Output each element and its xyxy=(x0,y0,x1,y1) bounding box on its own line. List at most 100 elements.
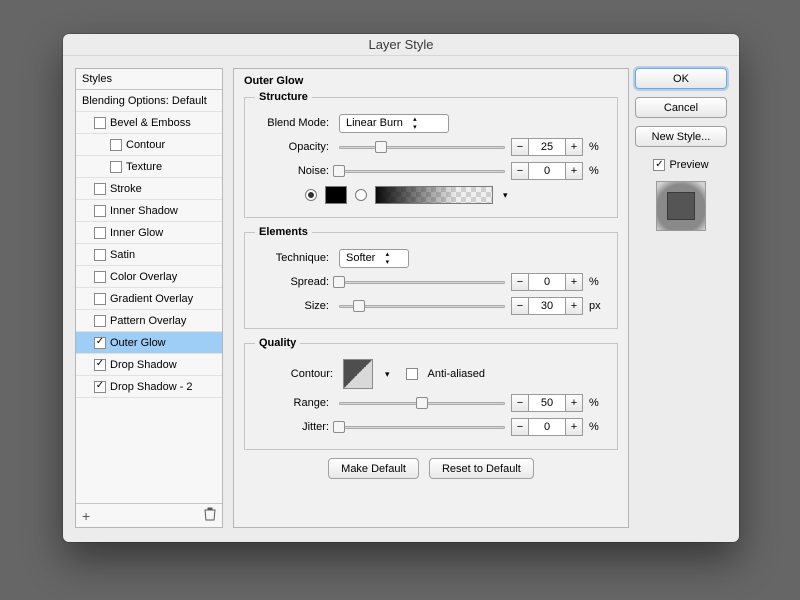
spread-decrement[interactable]: − xyxy=(511,273,529,291)
size-value[interactable]: 30 xyxy=(529,297,565,315)
ok-button[interactable]: OK xyxy=(635,68,727,89)
spread-stepper[interactable]: − 0 + xyxy=(511,273,583,291)
chevron-down-icon[interactable]: ▾ xyxy=(503,190,508,201)
reset-default-button[interactable]: Reset to Default xyxy=(429,458,534,479)
style-row-pattern-overlay[interactable]: Pattern Overlay xyxy=(76,310,222,332)
style-label: Outer Glow xyxy=(110,332,166,354)
checkbox-outer-glow[interactable] xyxy=(94,337,106,349)
checkbox-inner-glow[interactable] xyxy=(94,227,106,239)
style-row-color-overlay[interactable]: Color Overlay xyxy=(76,266,222,288)
range-increment[interactable]: + xyxy=(565,394,583,412)
new-style-button[interactable]: New Style... xyxy=(635,126,727,147)
checkbox-drop-shadow[interactable] xyxy=(94,359,106,371)
opacity-stepper[interactable]: − 25 + xyxy=(511,138,583,156)
noise-unit: % xyxy=(589,165,607,177)
opacity-decrement[interactable]: − xyxy=(511,138,529,156)
style-row-drop-shadow[interactable]: Drop Shadow xyxy=(76,354,222,376)
size-increment[interactable]: + xyxy=(565,297,583,315)
range-stepper[interactable]: − 50 + xyxy=(511,394,583,412)
jitter-value[interactable]: 0 xyxy=(529,418,565,436)
spread-slider[interactable] xyxy=(339,275,505,289)
preview-thumbnail xyxy=(656,181,706,231)
checkbox-satin[interactable] xyxy=(94,249,106,261)
glow-gradient-swatch[interactable] xyxy=(375,186,493,204)
size-label: Size: xyxy=(255,300,333,312)
elements-group: Elements Technique: Softer Spread: xyxy=(244,226,618,329)
spread-increment[interactable]: + xyxy=(565,273,583,291)
style-label: Inner Shadow xyxy=(110,200,178,222)
chevron-updown-icon xyxy=(381,251,393,266)
blending-options-row[interactable]: Blending Options: Default xyxy=(76,90,222,112)
style-label: Contour xyxy=(126,134,165,156)
checkbox-texture[interactable] xyxy=(110,161,122,173)
size-stepper[interactable]: − 30 + xyxy=(511,297,583,315)
opacity-slider[interactable] xyxy=(339,140,505,154)
styles-footer: + xyxy=(76,503,222,527)
noise-value[interactable]: 0 xyxy=(529,162,565,180)
checkbox-stroke[interactable] xyxy=(94,183,106,195)
size-slider[interactable] xyxy=(339,299,505,313)
contour-label: Contour: xyxy=(285,368,333,380)
noise-decrement[interactable]: − xyxy=(511,162,529,180)
style-label: Texture xyxy=(126,156,162,178)
noise-slider[interactable] xyxy=(339,164,505,178)
checkbox-drop-shadow-2[interactable] xyxy=(94,381,106,393)
add-style-icon[interactable]: + xyxy=(82,508,90,524)
contour-picker[interactable] xyxy=(343,359,373,389)
jitter-slider[interactable] xyxy=(339,420,505,434)
noise-increment[interactable]: + xyxy=(565,162,583,180)
preview-checkbox[interactable] xyxy=(653,159,665,171)
opacity-increment[interactable]: + xyxy=(565,138,583,156)
range-slider[interactable] xyxy=(339,396,505,410)
noise-stepper[interactable]: − 0 + xyxy=(511,162,583,180)
spread-value[interactable]: 0 xyxy=(529,273,565,291)
spread-unit: % xyxy=(589,276,607,288)
technique-select[interactable]: Softer xyxy=(339,249,409,268)
styles-panel: Styles Blending Options: Default Bevel &… xyxy=(75,68,223,528)
range-decrement[interactable]: − xyxy=(511,394,529,412)
style-row-texture[interactable]: Texture xyxy=(76,156,222,178)
opacity-value[interactable]: 25 xyxy=(529,138,565,156)
style-row-bevel-emboss[interactable]: Bevel & Emboss xyxy=(76,112,222,134)
window-title: Layer Style xyxy=(63,34,739,56)
jitter-decrement[interactable]: − xyxy=(511,418,529,436)
style-label: Satin xyxy=(110,244,135,266)
anti-aliased-label: Anti-aliased xyxy=(428,368,485,380)
style-label: Drop Shadow - 2 xyxy=(110,376,193,398)
style-row-gradient-overlay[interactable]: Gradient Overlay xyxy=(76,288,222,310)
glow-color-swatch[interactable] xyxy=(325,186,347,204)
glow-gradient-radio[interactable] xyxy=(355,189,367,201)
jitter-increment[interactable]: + xyxy=(565,418,583,436)
glow-color-radio[interactable] xyxy=(305,189,317,201)
technique-label: Technique: xyxy=(255,252,333,264)
jitter-stepper[interactable]: − 0 + xyxy=(511,418,583,436)
range-value[interactable]: 50 xyxy=(529,394,565,412)
blend-mode-select[interactable]: Linear Burn xyxy=(339,114,449,133)
styles-header[interactable]: Styles xyxy=(76,69,222,90)
opacity-unit: % xyxy=(589,141,607,153)
style-row-inner-glow[interactable]: Inner Glow xyxy=(76,222,222,244)
chevron-updown-icon xyxy=(409,116,421,131)
checkbox-bevel-emboss[interactable] xyxy=(94,117,106,129)
style-row-drop-shadow-2[interactable]: Drop Shadow - 2 xyxy=(76,376,222,398)
checkbox-inner-shadow[interactable] xyxy=(94,205,106,217)
checkbox-gradient-overlay[interactable] xyxy=(94,293,106,305)
trash-icon[interactable] xyxy=(204,507,216,524)
anti-aliased-checkbox[interactable] xyxy=(406,368,418,380)
style-row-stroke[interactable]: Stroke xyxy=(76,178,222,200)
style-label: Color Overlay xyxy=(110,266,177,288)
size-decrement[interactable]: − xyxy=(511,297,529,315)
checkbox-pattern-overlay[interactable] xyxy=(94,315,106,327)
checkbox-color-overlay[interactable] xyxy=(94,271,106,283)
cancel-button[interactable]: Cancel xyxy=(635,97,727,118)
quality-group: Quality Contour: ▾ Anti-aliased Range: − xyxy=(244,337,618,450)
structure-group: Structure Blend Mode: Linear Burn Opacit… xyxy=(244,91,618,218)
make-default-button[interactable]: Make Default xyxy=(328,458,419,479)
chevron-down-icon[interactable]: ▾ xyxy=(385,369,390,380)
style-row-outer-glow[interactable]: Outer Glow xyxy=(76,332,222,354)
effect-title: Outer Glow xyxy=(244,75,618,87)
style-row-satin[interactable]: Satin xyxy=(76,244,222,266)
style-row-contour[interactable]: Contour xyxy=(76,134,222,156)
checkbox-contour[interactable] xyxy=(110,139,122,151)
style-row-inner-shadow[interactable]: Inner Shadow xyxy=(76,200,222,222)
